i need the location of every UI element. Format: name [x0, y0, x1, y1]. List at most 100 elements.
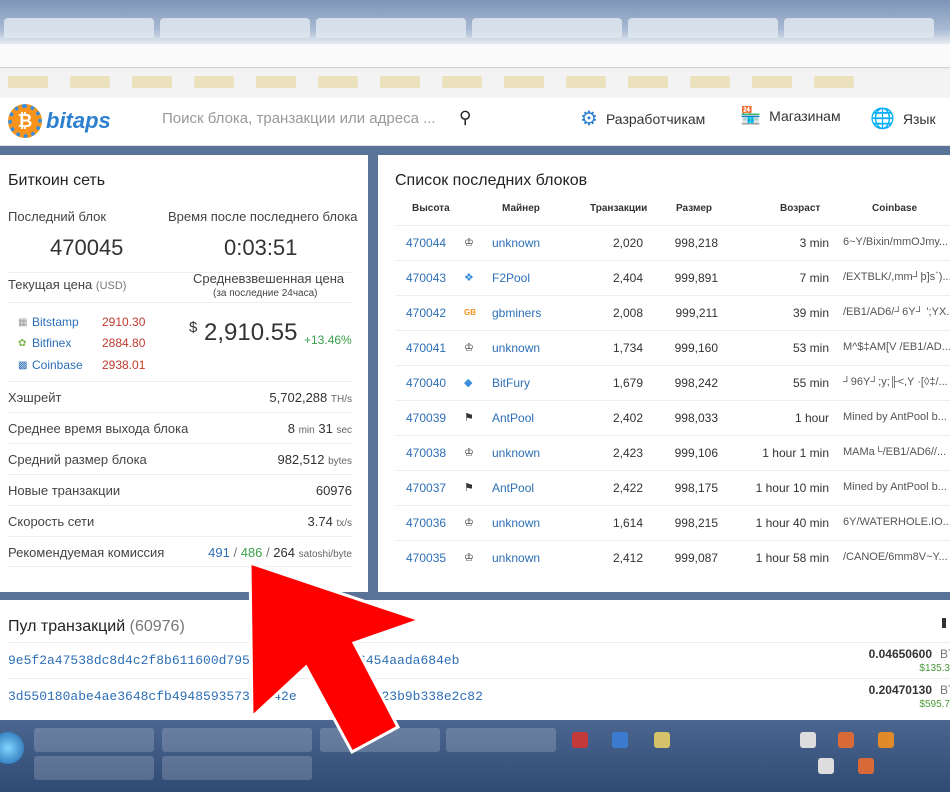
block-height-link[interactable]: 470039 — [406, 411, 446, 425]
block-row[interactable]: 470042 GB gbminers 2,008 999,211 39 min/EB1/A… — [396, 295, 950, 330]
block-height-link[interactable]: 470035 — [406, 551, 446, 565]
fee-high[interactable]: 491 — [208, 545, 230, 560]
pool-tx-hash[interactable]: 3d550180abe4ae3648cfb49485935731f042e 77f… — [8, 689, 483, 704]
tray-icon[interactable] — [572, 732, 588, 748]
bookmark-item[interactable] — [566, 76, 606, 88]
nav-language[interactable]: 🌐 Язык — [870, 106, 936, 131]
network-title: Биткоин сеть — [8, 172, 106, 189]
miner-link[interactable]: unknown — [492, 236, 540, 250]
block-height-link[interactable]: 470042 — [406, 306, 446, 320]
block-row[interactable]: 470036 ♔ unknown 1,614 998,215 1 hour 40 min 6… — [396, 505, 950, 540]
tray-icon[interactable] — [612, 732, 628, 748]
browser-tab[interactable] — [628, 18, 778, 38]
nav-language-label: Язык — [902, 110, 936, 127]
tray-icon[interactable] — [800, 732, 816, 748]
bookmark-item[interactable] — [690, 76, 730, 88]
stat-network-speed: Скорость сети 3.74 tx/s — [8, 505, 352, 536]
browser-tab[interactable] — [472, 18, 622, 38]
tray-icon[interactable] — [818, 758, 834, 774]
bookmark-item[interactable] — [752, 76, 792, 88]
miner-link[interactable]: AntPool — [492, 411, 534, 425]
block-height-link[interactable]: 470044 — [406, 236, 446, 250]
panel-menu-icon[interactable] — [942, 618, 946, 628]
address-bar[interactable] — [0, 44, 950, 68]
bookmark-item[interactable] — [442, 76, 482, 88]
bookmark-item[interactable] — [628, 76, 668, 88]
fee-mid[interactable]: 486 — [241, 545, 263, 560]
block-row[interactable]: 470038 ♔ unknown 2,423 999,106 1 hour 1 min MA… — [396, 435, 950, 470]
block-tx-count: 2,423 — [612, 446, 643, 460]
miner-link[interactable]: unknown — [492, 341, 540, 355]
block-height-link[interactable]: 470037 — [406, 481, 446, 495]
pool-tx-hash[interactable]: 9e5f2a47538dc8d4c2f8b611600d795c53d 43bbc… — [8, 653, 459, 668]
exchange-row[interactable]: ▩ Coinbase 2938.01 — [18, 358, 145, 372]
bookmark-item[interactable] — [70, 76, 110, 88]
bookmark-item[interactable] — [318, 76, 358, 88]
windows-orb-icon — [0, 732, 24, 764]
taskbar-app-button[interactable] — [34, 728, 154, 752]
pool-tx-row[interactable]: 3d550180abe4ae3648cfb49485935731f042e 77f… — [8, 678, 950, 714]
bookmark-item[interactable] — [8, 76, 48, 88]
block-row[interactable]: 470035 ♔ unknown 2,412 999,087 1 hour 58 min /… — [396, 540, 950, 575]
miner-link[interactable]: unknown — [492, 551, 540, 565]
exchange-row[interactable]: ▦ Bitstamp 2910.30 — [18, 315, 145, 329]
browser-tab[interactable] — [316, 18, 466, 38]
bookmark-item[interactable] — [504, 76, 544, 88]
miner-link[interactable]: AntPool — [492, 481, 534, 495]
browser-tab[interactable] — [4, 18, 154, 38]
last-block-value[interactable]: 470045 — [50, 235, 123, 261]
bookmark-item[interactable] — [256, 76, 296, 88]
bookmark-item[interactable] — [380, 76, 420, 88]
site-logo[interactable]: ₿ bitaps — [8, 104, 111, 138]
divider — [8, 302, 352, 303]
block-height-link[interactable]: 470041 — [406, 341, 446, 355]
exchange-row[interactable]: ✿ Bitfinex 2884.80 — [18, 336, 145, 350]
miner-link[interactable]: gbminers — [492, 306, 541, 320]
pool-tx-hash-tail: 77f43423b9b338e2c82 — [334, 689, 483, 704]
pool-tx-row[interactable]: 9e5f2a47538dc8d4c2f8b611600d795c53d 43bbc… — [8, 642, 950, 678]
miner-link[interactable]: unknown — [492, 446, 540, 460]
taskbar-app-button[interactable] — [162, 728, 312, 752]
pool-tx-unit: BTC — [940, 683, 950, 697]
block-size: 999,891 — [674, 271, 718, 285]
block-height-link[interactable]: 470038 — [406, 446, 446, 460]
block-row[interactable]: 470037 ⚑ AntPool 2,422 998,175 1 hour 10 min M… — [396, 470, 950, 505]
miner-link[interactable]: F2Pool — [492, 271, 530, 285]
nav-shops[interactable]: 🏪 Магазинам — [740, 106, 841, 126]
bookmark-item[interactable] — [814, 76, 854, 88]
block-age: 1 hour — [794, 411, 829, 425]
miner-link[interactable]: unknown — [492, 516, 540, 530]
block-row[interactable]: 470044 ♔ unknown 2,020 998,218 3 min 6~Y/Bixin… — [396, 225, 950, 260]
nav-developers[interactable]: ⚙ Разработчикам — [580, 106, 705, 131]
block-height-link[interactable]: 470040 — [406, 376, 446, 390]
start-button[interactable] — [0, 726, 26, 772]
block-row[interactable]: 470039 ⚑ AntPool 2,402 998,033 1 hour Mined by… — [396, 400, 950, 435]
taskbar-app-button[interactable] — [446, 728, 556, 752]
block-age: 39 min — [792, 306, 829, 320]
bookmark-item[interactable] — [194, 76, 234, 88]
taskbar-app-button[interactable] — [162, 756, 312, 780]
browser-tab[interactable] — [160, 18, 310, 38]
tray-icon[interactable] — [878, 732, 894, 748]
site-header: ₿ bitaps Поиск блока, транзакции или адр… — [0, 98, 950, 146]
tray-icon[interactable] — [654, 732, 670, 748]
browser-tab[interactable] — [784, 18, 934, 38]
block-row[interactable]: 470040 ◆ BitFury 1,679 998,242 55 min ┘96Y┘;y;… — [396, 365, 950, 400]
block-height-link[interactable]: 470043 — [406, 271, 446, 285]
taskbar-app-button[interactable] — [34, 756, 154, 780]
stat-block-time: Среднее время выхода блока 8 min 31 sec — [8, 412, 352, 443]
taskbar-app-button[interactable] — [320, 728, 440, 752]
block-row[interactable]: 470041 ♔ unknown 1,734 999,160 53 min M^$‡AM[V… — [396, 330, 950, 365]
miner-link[interactable]: BitFury — [492, 376, 530, 390]
fee-low[interactable]: 264 — [273, 545, 295, 560]
block-height-link[interactable]: 470036 — [406, 516, 446, 530]
blocks-title: Список последних блоков — [395, 172, 588, 189]
search-input[interactable]: Поиск блока, транзакции или адреса ... — [162, 110, 436, 127]
block-size: 998,033 — [674, 411, 718, 425]
bookmark-item[interactable] — [132, 76, 172, 88]
tray-icon[interactable] — [838, 732, 854, 748]
block-row[interactable]: 470043 ❖ F2Pool 2,404 999,891 7 min/EXTBLK/,m… — [396, 260, 950, 295]
pool-tx-amount: 0.04650600 — [868, 647, 932, 661]
tray-icon[interactable] — [858, 758, 874, 774]
search-icon[interactable]: ⚲ — [459, 108, 471, 128]
